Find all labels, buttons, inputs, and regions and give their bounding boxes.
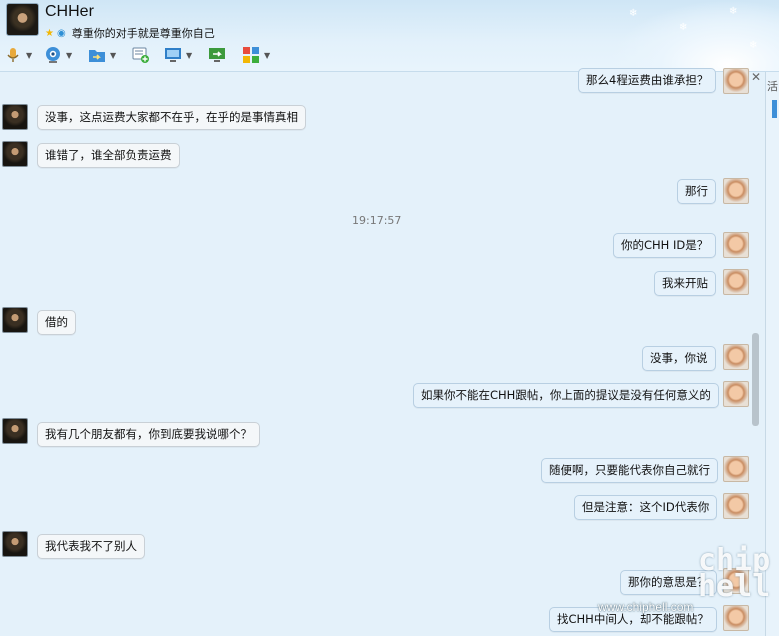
side-panel-indicator[interactable] <box>772 100 777 118</box>
message-bubble-me[interactable]: 你的CHH ID是？ <box>613 233 717 258</box>
message-bubble-them[interactable]: 我有几个朋友都有，你到底要我说哪个？ <box>37 422 260 447</box>
star-icon: ★ <box>45 27 54 39</box>
watermark-logo: chip hell <box>698 543 771 604</box>
watermark-url: www.chiphell.com <box>598 600 694 614</box>
header-decoration: ❄ ❄ ❄ ❄ <box>609 0 779 71</box>
message-bubble-me[interactable]: 随便啊，只要能代表你自己就行 <box>541 458 718 483</box>
my-avatar[interactable] <box>723 269 749 295</box>
my-avatar[interactable] <box>723 344 749 370</box>
message-bubble-me[interactable]: 没事，你说 <box>642 346 716 371</box>
my-avatar[interactable] <box>723 456 749 482</box>
screen-share-icon <box>165 48 181 62</box>
my-avatar[interactable] <box>723 68 749 94</box>
chevron-down-icon[interactable]: ▼ <box>26 51 32 60</box>
qq-status-icon: ◉ <box>56 27 66 39</box>
screen-share-button[interactable]: ▼ <box>164 44 192 66</box>
message-bubble-them[interactable]: 没事，这点运费大家都不在乎，在乎的是事情真相 <box>37 105 306 130</box>
remote-assist-button[interactable] <box>208 44 226 66</box>
message-bubble-them[interactable]: 谁错了，谁全部负责运费 <box>37 143 180 168</box>
send-message-button[interactable] <box>132 44 150 66</box>
chat-scrollbar-thumb[interactable] <box>752 333 759 426</box>
chat-header: ❄ ❄ ❄ ❄ CHHer ★ ◉ 尊重你的对手就是尊重你自己 ▼ ▼ ▼ ▼ <box>0 0 779 72</box>
chevron-down-icon[interactable]: ▼ <box>66 51 72 60</box>
chat-toolbar: ▼ ▼ ▼ ▼ ▼ <box>0 42 300 68</box>
apps-button[interactable]: ▼ <box>242 44 270 66</box>
message-timestamp: 19:17:57 <box>352 214 402 227</box>
message-bubble-me[interactable]: 如果你不能在CHH跟帖，你上面的提议是没有任何意义的 <box>413 383 719 408</box>
contact-avatar[interactable] <box>6 3 39 36</box>
close-icon[interactable]: ✕ <box>751 70 761 84</box>
my-avatar[interactable] <box>723 493 749 519</box>
contact-avatar-small[interactable] <box>2 418 28 444</box>
status-row: ★ ◉ 尊重你的对手就是尊重你自己 <box>45 25 215 41</box>
video-call-button[interactable]: ▼ <box>44 44 72 66</box>
chevron-down-icon[interactable]: ▼ <box>264 51 270 60</box>
message-add-icon <box>132 47 149 63</box>
contact-avatar-small[interactable] <box>2 141 28 167</box>
message-bubble-me[interactable]: 我来开贴 <box>654 271 716 296</box>
message-bubble-me[interactable]: 但是注意：这个ID代表你 <box>574 495 718 520</box>
video-camera-icon <box>46 47 60 63</box>
contact-signature: 尊重你的对手就是尊重你自己 <box>71 27 215 40</box>
apps-grid-icon <box>243 47 259 63</box>
chat-history[interactable]: 那么4程运费由谁承担？ 没事，这点运费大家都不在乎，在乎的是事情真相 谁错了，谁… <box>0 68 765 636</box>
message-bubble-me[interactable]: 那行 <box>677 179 716 204</box>
message-bubble-them[interactable]: 借的 <box>37 310 76 335</box>
side-panel-label[interactable]: 活 <box>767 78 778 94</box>
microphone-icon <box>7 48 19 62</box>
my-avatar[interactable] <box>723 178 749 204</box>
chevron-down-icon[interactable]: ▼ <box>186 51 192 60</box>
my-avatar[interactable] <box>723 381 749 407</box>
message-bubble-them[interactable]: 我代表我不了别人 <box>37 534 145 559</box>
remote-assist-icon <box>209 48 225 62</box>
voice-call-button[interactable]: ▼ <box>4 44 32 66</box>
contact-avatar-small[interactable] <box>2 531 28 557</box>
contact-avatar-small[interactable] <box>2 307 28 333</box>
file-transfer-button[interactable]: ▼ <box>88 44 116 66</box>
folder-transfer-icon <box>89 50 105 62</box>
contact-name[interactable]: CHHer <box>45 3 94 21</box>
contact-avatar-small[interactable] <box>2 104 28 130</box>
chevron-down-icon[interactable]: ▼ <box>110 51 116 60</box>
my-avatar[interactable] <box>723 232 749 258</box>
message-bubble-me[interactable]: 那么4程运费由谁承担？ <box>578 68 717 93</box>
